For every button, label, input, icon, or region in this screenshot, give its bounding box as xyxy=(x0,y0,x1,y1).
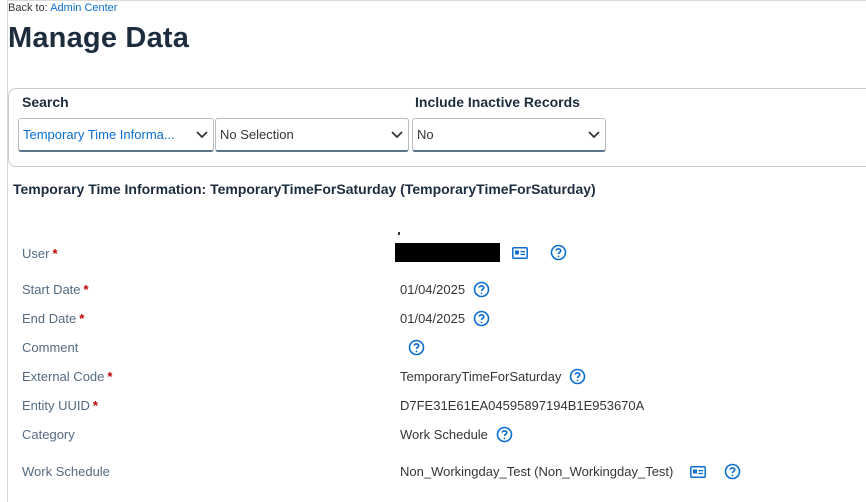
start-date-row: 01/04/2025 xyxy=(400,281,490,298)
help-icon[interactable] xyxy=(408,339,425,356)
user-actions xyxy=(500,244,567,261)
chevron-down-icon xyxy=(583,119,605,150)
entity-uuid-label: Entity UUID * xyxy=(22,398,98,413)
work-schedule-label: Work Schedule xyxy=(22,464,110,479)
search-label: Search xyxy=(22,94,69,110)
object-type-select[interactable]: Temporary Time Informa... xyxy=(18,118,214,152)
chevron-down-icon xyxy=(386,119,408,150)
category-label: Category xyxy=(22,427,75,442)
help-icon[interactable] xyxy=(569,368,586,385)
external-code-row: TemporaryTimeForSaturday xyxy=(400,368,586,385)
help-icon[interactable] xyxy=(473,281,490,298)
category-row: Work Schedule xyxy=(400,426,513,443)
work-schedule-row: Non_Workingday_Test (Non_Workingday_Test… xyxy=(400,463,741,480)
comment-row xyxy=(400,339,425,356)
user-label: User * xyxy=(22,246,58,261)
record-section-title: Temporary Time Information: TemporaryTim… xyxy=(13,181,596,197)
redacted-user-value xyxy=(395,243,500,262)
include-inactive-value: No xyxy=(417,127,434,142)
help-icon[interactable] xyxy=(496,426,513,443)
entity-uuid-row: D7FE31E61EA04595897194B1E953670A xyxy=(400,398,644,413)
business-card-icon[interactable] xyxy=(690,465,707,478)
chevron-down-icon xyxy=(191,119,213,150)
required-marker: * xyxy=(107,369,113,384)
start-date-label: Start Date * xyxy=(22,282,89,297)
end-date-label: End Date * xyxy=(22,311,85,326)
back-link-area: Back to: Admin Center xyxy=(8,2,117,14)
back-prefix: Back to: xyxy=(8,2,48,14)
work-schedule-value[interactable]: Non_Workingday_Test (Non_Workingday_Test… xyxy=(400,464,673,479)
help-icon[interactable] xyxy=(550,244,567,261)
entity-uuid-value: D7FE31E61EA04595897194B1E953670A xyxy=(400,398,645,413)
external-code-value: TemporaryTimeForSaturday xyxy=(400,369,562,384)
object-type-value: Temporary Time Informa... xyxy=(23,127,175,142)
comment-label: Comment xyxy=(22,340,79,355)
category-value: Work Schedule xyxy=(400,427,488,442)
help-icon[interactable] xyxy=(473,310,490,327)
include-inactive-label: Include Inactive Records xyxy=(415,94,580,110)
record-select[interactable]: No Selection xyxy=(215,118,409,152)
start-date-value: 01/04/2025 xyxy=(400,282,466,297)
redaction-mark xyxy=(398,232,400,235)
external-code-label: External Code * xyxy=(22,369,113,384)
required-marker: * xyxy=(83,282,89,297)
end-date-value: 01/04/2025 xyxy=(400,311,466,326)
include-inactive-select[interactable]: No xyxy=(412,118,606,152)
help-icon[interactable] xyxy=(724,463,741,480)
required-marker: * xyxy=(52,246,58,261)
admin-center-link[interactable]: Admin Center xyxy=(50,2,117,14)
page-title: Manage Data xyxy=(8,22,190,54)
required-marker: * xyxy=(79,311,85,326)
business-card-icon[interactable] xyxy=(512,246,528,259)
required-marker: * xyxy=(92,398,98,413)
end-date-row: 01/04/2025 xyxy=(400,310,490,327)
record-value: No Selection xyxy=(220,127,294,142)
